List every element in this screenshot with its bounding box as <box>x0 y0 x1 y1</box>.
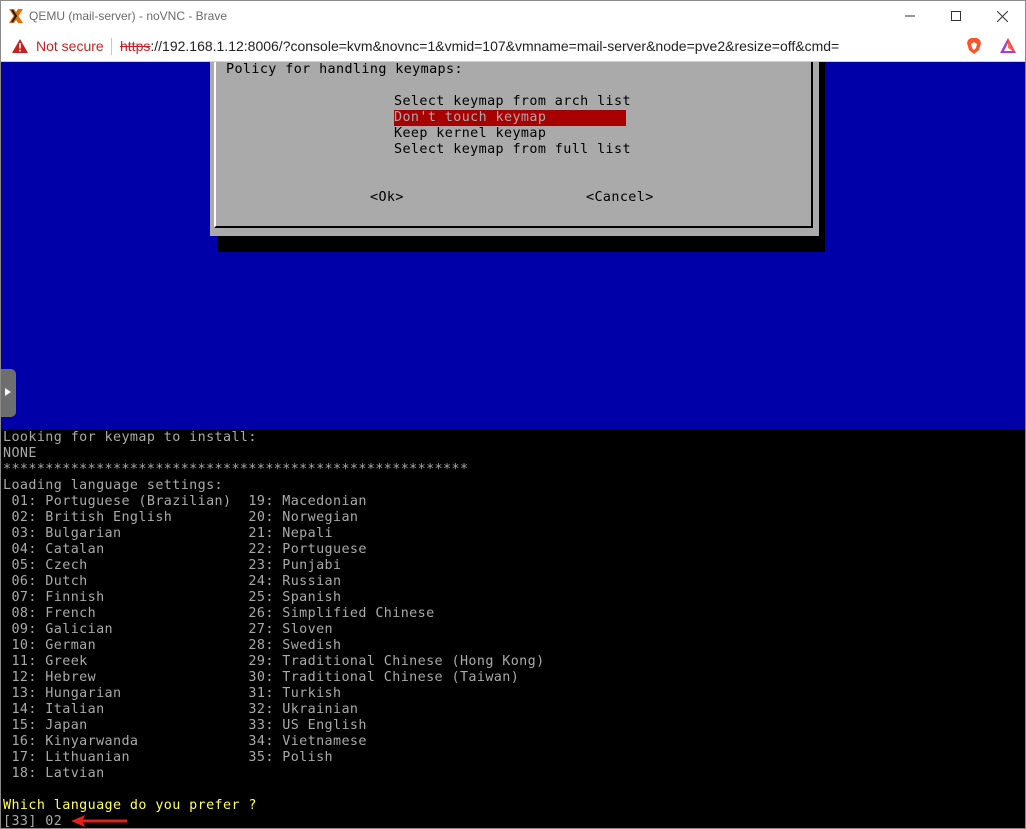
keymap-dialog: Policy for handling keymaps: Select keym… <box>210 62 819 236</box>
terminal-line: 02: British English 20: Norwegian <box>3 510 359 525</box>
close-button[interactable] <box>979 1 1025 31</box>
cancel-button[interactable]: <Cancel> <box>586 190 654 206</box>
terminal-line: 04: Catalan 22: Portuguese <box>3 542 367 557</box>
dialog-option[interactable]: Select keymap from full list <box>394 142 631 158</box>
warning-triangle-icon <box>12 39 28 53</box>
terminal-line: NONE <box>3 446 37 461</box>
terminal-line: Loading language settings: <box>3 478 224 493</box>
red-arrow-annotation-icon <box>71 815 127 827</box>
address-bar[interactable]: Not secure https://192.168.1.12:8006/?co… <box>1 31 1025 62</box>
proxmox-x-icon <box>9 9 23 23</box>
ok-button[interactable]: <Ok> <box>370 190 404 206</box>
address-divider <box>111 38 112 55</box>
novnc-control-bar-handle[interactable] <box>1 369 16 417</box>
language-prompt: Which language do you prefer ? <box>3 798 257 813</box>
selected-option-label: Don't touch keymap <box>394 110 626 126</box>
terminal-line: 07: Finnish 25: Spanish <box>3 590 342 605</box>
dialog-option[interactable]: Keep kernel keymap <box>394 126 546 142</box>
terminal-line: Looking for keymap to install: <box>3 430 257 445</box>
maximize-button[interactable] <box>933 1 979 31</box>
terminal-output: Looking for keymap to install: NONE ******… <box>1 429 1025 828</box>
terminal-line: 01: Portuguese (Brazilian) 19: Macedonia… <box>3 494 367 509</box>
terminal-line: 11: Greek 29: Traditional Chinese (Hong … <box>3 654 545 669</box>
dialog-title: Policy for handling keymaps: <box>226 62 463 77</box>
vnc-console[interactable]: Policy for handling keymaps: Select keym… <box>1 62 1025 828</box>
terminal-line: 17: Lithuanian 35: Polish <box>3 750 334 765</box>
dialog-option[interactable]: Select keymap from arch list <box>394 94 631 110</box>
terminal-line: 10: German 28: Swedish <box>3 638 342 653</box>
maximize-icon <box>951 11 961 21</box>
terminal-line: 18: Latvian <box>3 766 105 781</box>
security-status[interactable]: Not secure <box>36 38 104 54</box>
title-bar[interactable]: QEMU (mail-server) - noVNC - Brave <box>1 1 1025 31</box>
brave-rewards-icon[interactable] <box>999 37 1017 55</box>
terminal-line: 13: Hungarian 31: Turkish <box>3 686 342 701</box>
browser-window: QEMU (mail-server) - noVNC - Brave Not s… <box>0 0 1026 829</box>
terminal-line: 15: Japan 33: US English <box>3 718 367 733</box>
terminal-line: 05: Czech 23: Punjabi <box>3 558 342 573</box>
terminal-line: ****************************************… <box>3 462 469 477</box>
minimize-icon <box>905 15 915 17</box>
url-scheme: https <box>120 38 151 54</box>
dialog-option-selected[interactable]: Don't touch keymap <box>394 110 626 126</box>
url-text: ://192.168.1.12:8006/?console=kvm&novnc=… <box>150 38 840 54</box>
terminal-line: 09: Galician 27: Sloven <box>3 622 334 637</box>
close-icon <box>996 10 1008 22</box>
url-field[interactable]: https://192.168.1.12:8006/?console=kvm&n… <box>120 38 839 54</box>
terminal-line: 08: French 26: Simplified Chinese <box>3 606 435 621</box>
window-title: QEMU (mail-server) - noVNC - Brave <box>29 9 228 23</box>
minimize-button[interactable] <box>887 1 933 31</box>
input-line[interactable]: [33] 02 <box>3 814 62 828</box>
terminal-line: 16: Kinyarwanda 34: Vietnamese <box>3 734 367 749</box>
terminal-line: 12: Hebrew 30: Traditional Chinese (Taiw… <box>3 670 520 685</box>
chevron-right-icon <box>5 388 11 396</box>
terminal-line: 03: Bulgarian 21: Nepali <box>3 526 334 541</box>
brave-shields-icon[interactable] <box>965 37 983 55</box>
terminal-line: 06: Dutch 24: Russian <box>3 574 342 589</box>
terminal-line: 14: Italian 32: Ukrainian <box>3 702 359 717</box>
